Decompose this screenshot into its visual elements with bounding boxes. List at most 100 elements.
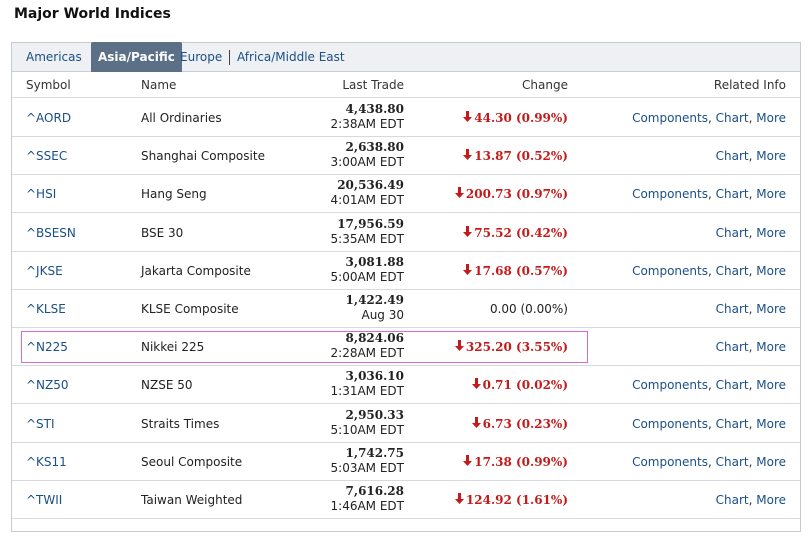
change-value: 17.38 (0.99%) — [463, 443, 568, 481]
last-trade-time: Aug 30 — [361, 308, 404, 322]
last-trade-price: 20,536.49 — [337, 178, 404, 192]
chart-link[interactable]: Chart — [716, 493, 749, 507]
down-arrow-icon — [463, 214, 473, 252]
change-text: 325.20 (3.55%) — [465, 340, 568, 354]
down-arrow-icon — [463, 252, 473, 290]
chart-link[interactable]: Chart — [716, 340, 749, 354]
chart-link[interactable]: Chart — [716, 455, 749, 469]
related-separator: , — [707, 187, 716, 201]
symbol-link[interactable]: ^JKSE — [26, 252, 63, 290]
down-arrow-icon — [454, 481, 464, 519]
change-text: 75.52 (0.42%) — [474, 226, 568, 240]
column-header-last-trade[interactable]: Last Trade — [342, 72, 404, 98]
last-trade-time: 2:38AM EDT — [330, 117, 404, 131]
chart-link[interactable]: Chart — [716, 226, 749, 240]
more-link[interactable]: More — [756, 493, 786, 507]
symbol-link[interactable]: ^SSEC — [26, 137, 67, 175]
components-link[interactable]: Components — [632, 111, 708, 125]
table-row: ^KLSE KLSE Composite 1,422.49 Aug 30 0.00… — [12, 290, 800, 328]
change-text: 13.87 (0.52%) — [474, 149, 568, 163]
symbol-link[interactable]: ^HSI — [26, 175, 56, 213]
symbol-link[interactable]: ^N225 — [26, 328, 68, 366]
components-link[interactable]: Components — [632, 264, 708, 278]
more-link[interactable]: More — [756, 264, 786, 278]
last-trade-time: 2:28AM EDT — [330, 346, 404, 360]
symbol-link[interactable]: ^NZ50 — [26, 366, 69, 404]
change-value: 75.52 (0.42%) — [463, 214, 568, 252]
components-link[interactable]: Components — [632, 187, 708, 201]
index-name: All Ordinaries — [141, 111, 222, 125]
related-separator: , — [707, 378, 716, 392]
related-separator: , — [707, 417, 716, 431]
more-link[interactable]: More — [756, 417, 786, 431]
last-trade: 1,422.49 Aug 30 — [346, 293, 404, 325]
change-value: 44.30 (0.99%) — [463, 99, 568, 137]
chart-link[interactable]: Chart — [716, 187, 749, 201]
table-row: ^SSEC Shanghai Composite 2,638.80 3:00AM … — [12, 137, 800, 175]
tab-americas[interactable]: Americas — [26, 43, 82, 72]
components-link[interactable]: Components — [632, 378, 708, 392]
last-trade-time: 1:31AM EDT — [330, 384, 404, 398]
index-name: Shanghai Composite — [141, 149, 265, 163]
last-trade-time: 1:46AM EDT — [330, 499, 404, 513]
components-link[interactable]: Components — [632, 417, 708, 431]
index-name: BSE 30 — [141, 226, 184, 240]
chart-link[interactable]: Chart — [716, 111, 749, 125]
last-trade: 2,950.33 5:10AM EDT — [331, 408, 404, 440]
index-name: KLSE Composite — [141, 302, 239, 316]
change-value: 6.73 (0.23%) — [471, 405, 568, 443]
chart-link[interactable]: Chart — [716, 264, 749, 278]
more-link[interactable]: More — [756, 187, 786, 201]
chart-link[interactable]: Chart — [716, 417, 749, 431]
related-info: Components, Chart, More — [632, 405, 786, 443]
change-value: 0.00 (0.00%) — [490, 290, 568, 328]
change-text: 44.30 (0.99%) — [474, 111, 568, 125]
more-link[interactable]: More — [756, 302, 786, 316]
change-text: 200.73 (0.97%) — [465, 187, 568, 201]
index-name: Taiwan Weighted — [141, 493, 243, 507]
chart-link[interactable]: Chart — [716, 149, 749, 163]
tab-europe[interactable]: Europe — [180, 43, 222, 72]
symbol-link[interactable]: ^BSESN — [26, 214, 76, 252]
related-separator: , — [707, 455, 716, 469]
more-link[interactable]: More — [756, 226, 786, 240]
symbol-link[interactable]: ^AORD — [26, 99, 71, 137]
chart-link[interactable]: Chart — [716, 302, 749, 316]
column-header-name[interactable]: Name — [141, 72, 176, 98]
tab-asia-pacific[interactable]: Asia/Pacific — [91, 42, 182, 72]
change-text: 17.68 (0.57%) — [474, 264, 568, 278]
index-name: Jakarta Composite — [141, 264, 251, 278]
more-link[interactable]: More — [756, 111, 786, 125]
last-trade-price: 17,956.59 — [337, 217, 404, 231]
more-link[interactable]: More — [756, 378, 786, 392]
symbol-link[interactable]: ^KLSE — [26, 290, 66, 328]
more-link[interactable]: More — [756, 340, 786, 354]
change-text: 0.71 (0.02%) — [482, 378, 568, 392]
last-trade-time: 4:01AM EDT — [330, 193, 404, 207]
components-link[interactable]: Components — [632, 455, 708, 469]
more-link[interactable]: More — [756, 455, 786, 469]
chart-link[interactable]: Chart — [716, 378, 749, 392]
more-link[interactable]: More — [756, 149, 786, 163]
tab-africa-middle-east[interactable]: Africa/Middle East — [237, 43, 345, 72]
symbol-link[interactable]: ^STI — [26, 405, 55, 443]
last-trade: 7,616.28 1:46AM EDT — [331, 484, 404, 516]
last-trade: 3,036.10 1:31AM EDT — [331, 369, 404, 401]
index-name: Hang Seng — [141, 187, 207, 201]
index-name: NZSE 50 — [141, 378, 193, 392]
table-row: ^BSESN BSE 30 17,956.59 5:35AM EDT 75.52 … — [12, 214, 800, 252]
last-trade-price: 7,616.28 — [345, 484, 404, 498]
change-text: 124.92 (1.61%) — [465, 493, 568, 507]
column-header-change[interactable]: Change — [522, 72, 568, 98]
region-tabs: Americas Asia/Pacific Europe Africa/Midd… — [12, 42, 800, 72]
symbol-link[interactable]: ^TWII — [26, 481, 62, 519]
change-value: 124.92 (1.61%) — [454, 481, 568, 519]
table-row: ^NZ50 NZSE 50 3,036.10 1:31AM EDT 0.71 (0… — [12, 366, 800, 404]
change-text: 0.00 (0.00%) — [489, 302, 568, 316]
last-trade: 4,438.80 2:38AM EDT — [331, 102, 404, 134]
column-header-symbol[interactable]: Symbol — [26, 72, 71, 98]
related-info: Components, Chart, More — [632, 99, 786, 137]
table-row: ^STI Straits Times 2,950.33 5:10AM EDT 6.… — [12, 405, 800, 443]
related-info: Chart, More — [716, 137, 786, 175]
symbol-link[interactable]: ^KS11 — [26, 443, 67, 481]
